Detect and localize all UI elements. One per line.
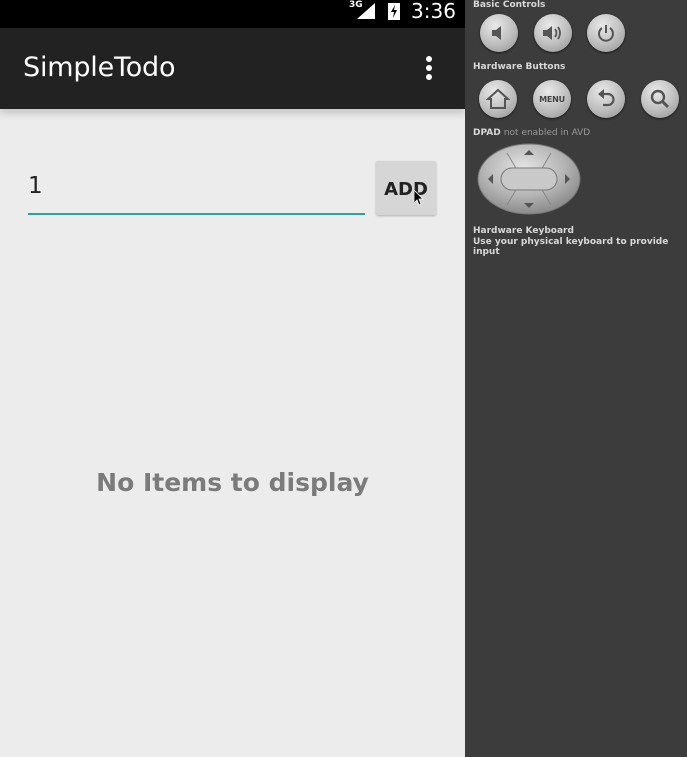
dpad-control bbox=[477, 143, 581, 215]
menu-dot bbox=[426, 56, 432, 62]
basic-controls-title: Basic Controls bbox=[473, 0, 546, 10]
home-icon[interactable] bbox=[479, 80, 517, 118]
dpad-label: DPAD bbox=[473, 128, 501, 138]
power-icon[interactable] bbox=[587, 14, 625, 52]
signal-icon bbox=[357, 3, 375, 19]
new-item-input[interactable] bbox=[28, 166, 365, 206]
phone-screen: 3G 3:36 SimpleTodo ADD No Items to displ… bbox=[0, 0, 465, 757]
menu-button-label: MENU bbox=[539, 94, 565, 104]
hardware-keyboard-title: Hardware Keyboard bbox=[473, 226, 574, 236]
input-underline bbox=[28, 213, 365, 215]
emulator-controls-panel: Basic Controls Hardware Buttons MENU DPA… bbox=[465, 0, 687, 757]
dpad-note: not enabled in AVD bbox=[503, 128, 591, 138]
volume-down-icon[interactable] bbox=[480, 14, 518, 52]
menu-dot bbox=[426, 74, 432, 80]
volume-up-icon[interactable] bbox=[534, 14, 572, 52]
hardware-keyboard-note: Use your physical keyboard to provide in… bbox=[473, 237, 669, 257]
action-bar: SimpleTodo bbox=[0, 28, 465, 109]
dpad-title: DPAD not enabled in AVD bbox=[473, 128, 590, 138]
status-time: 3:36 bbox=[411, 0, 456, 23]
empty-state-text: No Items to display bbox=[96, 468, 369, 497]
status-bar: 3G 3:36 bbox=[0, 0, 465, 28]
back-icon[interactable] bbox=[587, 80, 625, 118]
hardware-buttons-title: Hardware Buttons bbox=[473, 62, 566, 72]
add-button[interactable]: ADD bbox=[376, 161, 436, 215]
battery-charging-icon bbox=[388, 3, 400, 20]
menu-dot bbox=[426, 65, 432, 71]
new-item-field[interactable] bbox=[28, 158, 365, 216]
more-vert-icon[interactable] bbox=[414, 52, 444, 84]
search-icon[interactable] bbox=[641, 80, 679, 118]
app-title: SimpleTodo bbox=[23, 52, 176, 83]
menu-button[interactable]: MENU bbox=[533, 80, 571, 118]
